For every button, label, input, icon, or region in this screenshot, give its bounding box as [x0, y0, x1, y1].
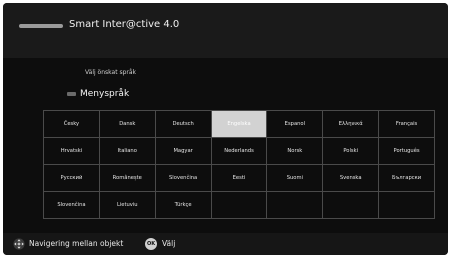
- language-grid: Česky Dansk Deutsch Engelska Espanol Ελληνικά…: [43, 110, 435, 219]
- select-hint: Välj: [162, 239, 176, 248]
- language-option[interactable]: Français: [379, 111, 435, 138]
- language-option[interactable]: Português: [379, 138, 435, 165]
- brand-logo: [19, 24, 63, 28]
- language-option[interactable]: Suomi: [267, 165, 324, 192]
- language-prompt: Välj önskat språk: [85, 69, 137, 76]
- language-option[interactable]: Eesti: [211, 165, 268, 192]
- language-option[interactable]: Česky: [44, 111, 100, 138]
- language-option[interactable]: Svenska: [323, 165, 380, 192]
- language-option-selected[interactable]: Engelska: [211, 111, 268, 138]
- language-option[interactable]: Български: [379, 165, 435, 192]
- language-empty-cell: [267, 192, 324, 219]
- language-option[interactable]: Hrvatski: [44, 138, 100, 165]
- language-option[interactable]: Dansk: [99, 111, 156, 138]
- language-option[interactable]: Ελληνικά: [323, 111, 380, 138]
- menu-icon: [67, 92, 76, 96]
- language-option[interactable]: Românește: [99, 165, 156, 192]
- navigation-hint: Navigering mellan objekt: [29, 239, 124, 248]
- language-option[interactable]: Espanol: [267, 111, 324, 138]
- language-empty-cell: [379, 192, 435, 219]
- language-empty-cell: [323, 192, 380, 219]
- header-title: Smart Inter@ctive 4.0: [69, 19, 180, 30]
- footer-bar: Navigering mellan objekt OK Välj: [3, 233, 448, 255]
- language-option[interactable]: Deutsch: [155, 111, 212, 138]
- language-option[interactable]: Türkçe: [155, 192, 212, 219]
- language-option[interactable]: Lietuviu: [99, 192, 156, 219]
- ok-icon: OK: [145, 238, 157, 250]
- language-empty-cell: [211, 192, 268, 219]
- menu-language-row: Menyspråk: [67, 88, 129, 100]
- header-bar: Smart Inter@ctive 4.0: [3, 3, 448, 58]
- language-option[interactable]: Slovenčina: [44, 192, 100, 219]
- language-option[interactable]: Nederlands: [211, 138, 268, 165]
- language-option[interactable]: Norsk: [267, 138, 324, 165]
- language-option[interactable]: Polski: [323, 138, 380, 165]
- dpad-icon: [13, 238, 25, 250]
- language-option[interactable]: Русский: [44, 165, 100, 192]
- language-option[interactable]: Magyar: [155, 138, 212, 165]
- language-option[interactable]: Italiano: [99, 138, 156, 165]
- tv-screen: Smart Inter@ctive 4.0 Välj önskat språk …: [3, 3, 448, 255]
- menu-language-label: Menyspråk: [80, 89, 130, 99]
- language-option[interactable]: Slovenčina: [155, 165, 212, 192]
